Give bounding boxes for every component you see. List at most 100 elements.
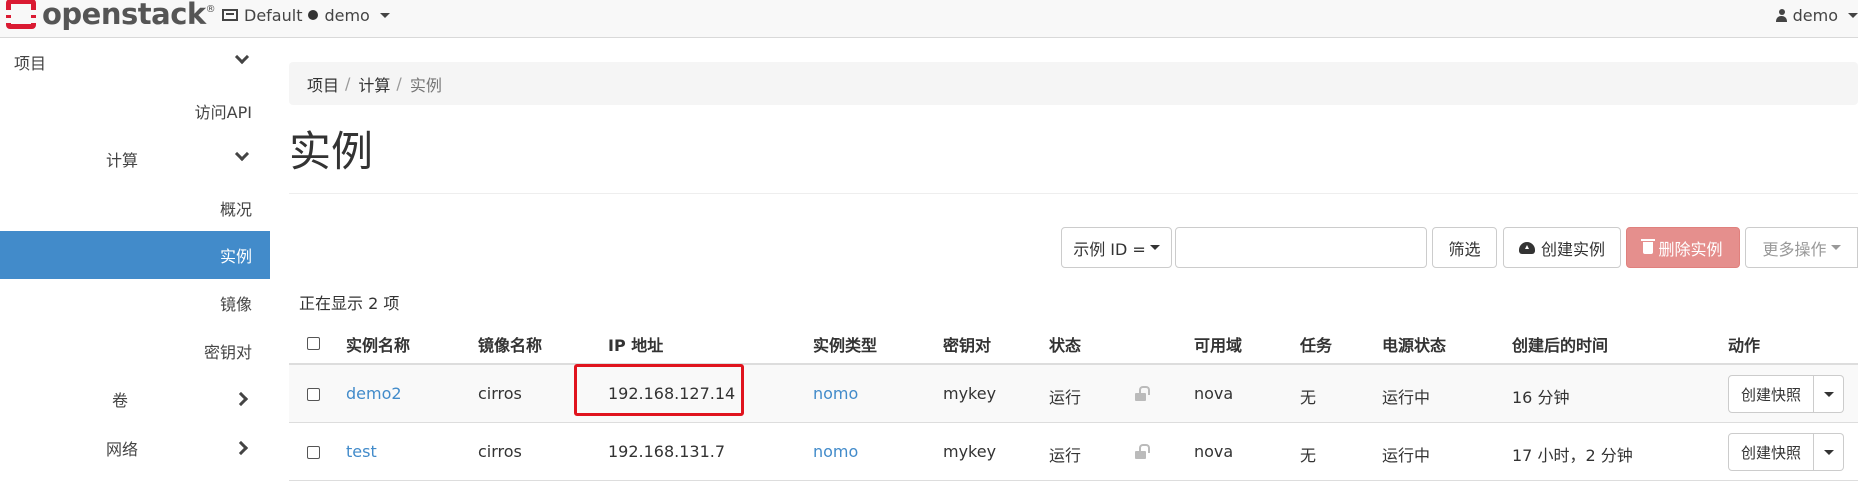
project-dropdown[interactable]: Default demo	[222, 4, 390, 26]
image-name: cirros	[478, 384, 522, 403]
filter-input[interactable]	[1175, 227, 1427, 268]
power-state: 运行中	[1382, 388, 1431, 407]
sidebar-item-label: 网络	[106, 440, 139, 459]
column-header-ip[interactable]: IP 地址	[608, 332, 663, 356]
delete-instances-button[interactable]: 删除实例	[1626, 227, 1740, 268]
column-header-image[interactable]: 镜像名称	[478, 332, 542, 356]
sidebar-item-label: 实例	[219, 247, 252, 266]
row-checkbox[interactable]	[307, 388, 320, 401]
task: 无	[1300, 446, 1317, 465]
row-actions-dropdown[interactable]	[1814, 375, 1844, 413]
sidebar-item-label: 计算	[106, 151, 139, 170]
chevron-down-icon	[234, 146, 250, 162]
ip-address: 192.168.131.7	[608, 442, 726, 461]
select-all-checkbox[interactable]	[307, 337, 320, 350]
breadcrumb-item-compute[interactable]: 计算	[358, 72, 390, 96]
instance-name-link[interactable]: demo2	[346, 384, 402, 403]
separator-dot-icon	[308, 10, 319, 20]
column-header-age[interactable]: 创建后的时间	[1512, 332, 1608, 356]
cloud-upload-icon	[1518, 241, 1535, 254]
age: 16 分钟	[1512, 388, 1570, 407]
caret-down-icon	[1823, 449, 1834, 455]
column-header-keypair[interactable]: 密钥对	[943, 332, 991, 356]
more-actions-label: 更多操作	[1762, 239, 1827, 259]
flavor-link[interactable]: nomo	[813, 442, 858, 461]
column-header-flavor[interactable]: 实例类型	[813, 332, 877, 356]
sidebar-item-key-pairs[interactable]: 密钥对	[0, 327, 270, 375]
task: 无	[1300, 388, 1317, 407]
column-header-status[interactable]: 状态	[1049, 332, 1081, 356]
breadcrumb: 项目 / 计算 / 实例	[289, 62, 1858, 105]
chevron-right-icon	[233, 391, 249, 407]
create-instance-button[interactable]: 创建实例	[1503, 227, 1621, 268]
instance-name-link[interactable]: test	[346, 442, 377, 461]
logo-trademark: ®	[205, 3, 216, 15]
flavor-link[interactable]: nomo	[813, 384, 858, 403]
caret-down-icon	[1848, 12, 1858, 18]
status: 运行	[1049, 446, 1082, 465]
sidebar-item-access-api[interactable]: 访问API	[0, 87, 270, 135]
domain-name: Default	[244, 5, 303, 25]
filter-field-label: 示例 ID =	[1073, 239, 1146, 259]
column-header-name[interactable]: 实例名称	[346, 332, 410, 356]
openstack-logo-icon	[6, 0, 36, 29]
sidebar-item-overview[interactable]: 概况	[0, 184, 270, 232]
create-snapshot-button[interactable]: 创建快照	[1728, 375, 1814, 413]
breadcrumb-item-instances: 实例	[409, 75, 442, 95]
sidebar-item-label: 概况	[219, 200, 252, 219]
sidebar-item-project[interactable]: 项目	[0, 38, 270, 86]
power-state: 运行中	[1382, 446, 1431, 465]
chevron-down-icon	[234, 49, 250, 65]
column-header-power[interactable]: 电源状态	[1382, 332, 1446, 356]
domain-icon	[222, 9, 238, 21]
unlock-icon	[1135, 444, 1150, 459]
unlock-icon	[1135, 386, 1150, 401]
keypair: mykey	[943, 442, 997, 461]
user-name: demo	[1792, 5, 1838, 25]
sidebar: 项目 访问API 计算 概况 实例 镜像 密钥对 卷 网络	[0, 38, 270, 486]
image-name: cirros	[478, 442, 522, 461]
caret-down-icon	[379, 12, 390, 18]
caret-down-icon	[1823, 391, 1834, 397]
caret-down-icon	[1830, 245, 1841, 250]
column-header-actions: 动作	[1728, 336, 1761, 355]
chevron-right-icon	[233, 440, 249, 456]
sidebar-item-compute[interactable]: 计算	[0, 135, 270, 183]
project-name: demo	[324, 5, 370, 25]
filter-field-select[interactable]: 示例 ID =	[1061, 227, 1172, 268]
title-divider	[289, 193, 1858, 194]
user-dropdown[interactable]: demo	[1775, 4, 1858, 26]
sidebar-item-label: 项目	[14, 54, 47, 73]
delete-instances-label: 删除实例	[1658, 239, 1723, 259]
sidebar-item-images[interactable]: 镜像	[0, 279, 270, 327]
column-header-zone[interactable]: 可用域	[1194, 332, 1242, 356]
sidebar-item-network[interactable]: 网络	[0, 424, 270, 472]
sidebar-item-label: 卷	[112, 391, 129, 410]
availability-zone: nova	[1194, 384, 1234, 403]
filter-button[interactable]: 筛选	[1432, 227, 1497, 268]
page-title: 实例	[289, 127, 374, 176]
user-icon	[1775, 8, 1787, 22]
openstack-logo[interactable]: openstack ®	[6, 0, 216, 32]
ip-highlight-annotation	[574, 364, 744, 416]
create-snapshot-button[interactable]: 创建快照	[1728, 433, 1814, 471]
more-actions-button[interactable]: 更多操作	[1745, 227, 1858, 268]
column-header-task[interactable]: 任务	[1300, 332, 1332, 356]
breadcrumb-separator: /	[345, 74, 351, 93]
create-instance-label: 创建实例	[1540, 239, 1605, 259]
sidebar-item-volumes[interactable]: 卷	[0, 375, 270, 423]
sidebar-item-label: 镜像	[219, 295, 252, 314]
row-divider	[289, 480, 1858, 481]
row-checkbox[interactable]	[307, 446, 320, 459]
logo-text: openstack	[42, 0, 206, 31]
sidebar-item-label: 密钥对	[203, 343, 252, 362]
status: 运行	[1049, 388, 1082, 407]
breadcrumb-item-project[interactable]: 项目	[307, 72, 339, 96]
item-count: 正在显示 2 项	[299, 294, 400, 313]
breadcrumb-separator: /	[396, 74, 402, 93]
trash-icon	[1641, 238, 1656, 254]
sidebar-item-instances[interactable]: 实例	[0, 231, 270, 279]
row-actions-dropdown[interactable]	[1814, 433, 1844, 471]
keypair: mykey	[943, 384, 997, 403]
availability-zone: nova	[1194, 442, 1234, 461]
